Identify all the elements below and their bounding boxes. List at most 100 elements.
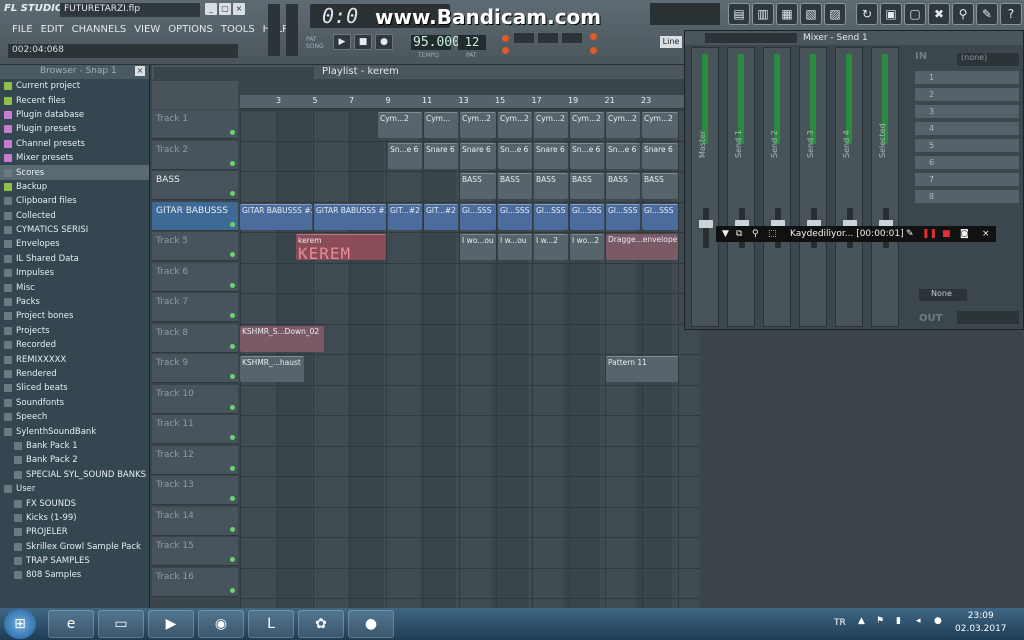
play-icon[interactable]: ▶ xyxy=(333,34,351,50)
playlist-grid[interactable]: Cym...2 Cym... Cym...2 Cym...2 Cym...2 Cym...… xyxy=(240,110,700,608)
pattern-clip[interactable]: Snare 6 xyxy=(460,142,496,169)
effect-slot[interactable]: 6 xyxy=(915,156,1019,169)
pattern-clip[interactable]: GIT...#2 xyxy=(424,203,458,230)
pattern-clip[interactable]: I w...ou xyxy=(498,234,532,260)
track-mute-led[interactable] xyxy=(230,343,235,349)
mixer-strip[interactable]: Send 1 xyxy=(727,47,755,327)
input-selector[interactable]: (none) xyxy=(957,53,1019,66)
track-mute-led[interactable] xyxy=(230,465,235,471)
browser-item[interactable]: Misc xyxy=(0,280,149,294)
pattern-clip[interactable]: Cym...2 xyxy=(460,112,496,138)
browser-item[interactable]: Collected xyxy=(0,209,149,223)
menu-channels[interactable]: CHANNELS xyxy=(68,23,131,37)
search-icon[interactable]: ⚲ xyxy=(752,226,759,242)
taskbar-clock[interactable]: 23:09 02.03.2017 xyxy=(955,610,1007,636)
camera-icon[interactable]: ◙ xyxy=(960,226,969,242)
tools-icon[interactable]: ✖ xyxy=(928,3,950,25)
pattern-clip[interactable]: Sn...e 6 xyxy=(570,142,604,169)
track-header[interactable]: Track 8 xyxy=(152,323,238,353)
cpu-monitor[interactable] xyxy=(650,3,720,25)
pattern-clip[interactable]: GI...SSS xyxy=(498,203,532,230)
browser-item[interactable]: Mixer presets xyxy=(0,151,149,165)
template-icon[interactable]: ▢ xyxy=(904,3,926,25)
mixer-strip[interactable]: Master xyxy=(691,47,719,327)
pattern-clip[interactable]: Cym... xyxy=(424,112,458,138)
timeline-ruler[interactable]: 3 5 7 9 11 13 15 17 19 21 23 xyxy=(240,95,700,109)
pattern-clip[interactable]: KSHMR_...haust xyxy=(240,356,304,382)
pattern-clip[interactable]: Sn...e 6 xyxy=(498,142,532,169)
blend-notes-toggle[interactable] xyxy=(590,33,597,40)
browser-item[interactable]: Envelopes xyxy=(0,237,149,251)
track-header[interactable]: Track 16 xyxy=(152,567,238,597)
explorer-icon[interactable]: ▭ xyxy=(98,610,144,638)
browser-item[interactable]: Recorded xyxy=(0,338,149,352)
browser-item[interactable]: IL Shared Data xyxy=(0,252,149,266)
browser-item[interactable]: Backup xyxy=(0,180,149,194)
browser-item[interactable]: Soundfonts xyxy=(0,396,149,410)
pattern-clip[interactable]: GI...SSS xyxy=(570,203,604,230)
pattern-clip[interactable]: GITAR BABUSSS #3 xyxy=(314,203,386,230)
tray-flag-icon[interactable]: ⚑ xyxy=(876,616,884,626)
master-volume-slider[interactable] xyxy=(268,4,280,56)
track-mute-led[interactable] xyxy=(230,557,235,562)
browser-item[interactable]: Speech xyxy=(0,410,149,424)
pattern-clip[interactable]: Snare 6 xyxy=(642,142,678,169)
browser-item[interactable]: Skrillex Growl Sample Pack xyxy=(0,540,149,554)
refresh-icon[interactable]: ↻ xyxy=(856,3,878,25)
pattern-clip[interactable]: Snare 6 xyxy=(424,142,458,169)
track-header[interactable]: GITAR BABUSSS xyxy=(152,201,238,231)
dropdown-icon[interactable]: ▼ xyxy=(722,226,729,242)
track-header[interactable]: Track 7 xyxy=(152,293,238,322)
browser-item[interactable]: Plugin presets xyxy=(0,122,149,136)
browser-item[interactable]: Projects xyxy=(0,324,149,338)
track-header[interactable]: Track 10 xyxy=(152,384,238,414)
media-player-icon[interactable]: ▶ xyxy=(148,610,194,638)
pattern-clip[interactable]: BASS xyxy=(534,173,568,199)
mixer-icon[interactable]: ▧ xyxy=(800,3,822,25)
mixer-menu-box[interactable] xyxy=(705,33,797,43)
pattern-clip[interactable]: Dragge...envelope xyxy=(606,234,678,260)
browser-item[interactable]: Clipboard files xyxy=(0,194,149,208)
multilink-toggle[interactable] xyxy=(590,47,597,54)
track-header[interactable]: Track 6 xyxy=(152,262,238,292)
track-header[interactable]: Track 9 xyxy=(152,354,238,383)
window-icon[interactable]: ⧉ xyxy=(736,226,742,242)
wait-input-toggle[interactable] xyxy=(514,33,534,43)
browser-item[interactable]: Rendered xyxy=(0,367,149,381)
tray-volume-icon[interactable]: ◂ xyxy=(916,616,921,626)
region-icon[interactable]: ⬚ xyxy=(768,226,777,242)
browser-item[interactable]: Scores xyxy=(0,165,149,180)
pattern-clip[interactable]: GITAR BABUSSS #3 xyxy=(240,203,312,230)
help-icon[interactable]: ? xyxy=(1000,3,1022,25)
record-icon[interactable]: ● xyxy=(375,34,393,50)
track-header[interactable]: Track 12 xyxy=(152,445,238,475)
track-header[interactable]: Track 15 xyxy=(152,537,238,566)
track-header[interactable]: Track 14 xyxy=(152,506,238,536)
menu-view[interactable]: VIEW xyxy=(130,23,164,37)
pattern-clip[interactable]: Cym...2 xyxy=(642,112,678,138)
browser-close-icon[interactable]: × xyxy=(135,66,145,76)
pattern-clip[interactable]: I wo...2 xyxy=(570,234,604,260)
track-mute-led[interactable] xyxy=(230,313,235,318)
track-header[interactable]: Track 2 xyxy=(152,140,238,170)
browser-icon[interactable]: ▣ xyxy=(880,3,902,25)
mixer-strip[interactable]: Selected xyxy=(871,47,899,327)
mixer-strip[interactable]: Send 2 xyxy=(763,47,791,327)
fl-studio-icon[interactable]: ✿ xyxy=(298,610,344,638)
browser-item[interactable]: TRAP SAMPLES xyxy=(0,554,149,568)
routing-selector[interactable]: None xyxy=(919,289,967,301)
plugin-picker-icon[interactable]: ▨ xyxy=(824,3,846,25)
browser-item[interactable]: Project bones xyxy=(0,309,149,323)
track-mute-led[interactable] xyxy=(230,252,235,257)
browser-item[interactable]: Current project xyxy=(0,79,149,93)
browser-item[interactable]: Kicks (1-99) xyxy=(0,511,149,525)
loop-record-toggle[interactable] xyxy=(502,47,509,54)
track-header[interactable]: Track 11 xyxy=(152,415,238,444)
pattern-clip[interactable]: Cym...2 xyxy=(378,112,422,138)
close-icon[interactable]: × xyxy=(982,226,990,242)
browser-item[interactable]: SPECIAL SYL_SOUND BANKS xyxy=(0,468,149,482)
track-mute-led[interactable] xyxy=(230,526,235,532)
ie-icon[interactable]: e xyxy=(48,610,94,638)
menu-edit[interactable]: EDIT xyxy=(37,23,68,37)
lol-icon[interactable]: L xyxy=(248,610,294,638)
